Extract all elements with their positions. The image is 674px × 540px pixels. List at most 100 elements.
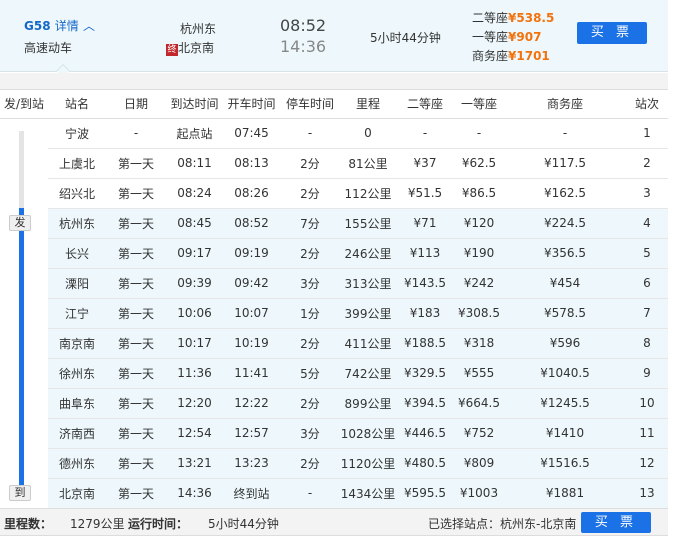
cell-first: ¥809 [454,448,504,479]
table-row[interactable]: 到 北京南 第一天 14:36 终到站 -1434公里 ¥595.5 ¥1003 ¥1881 13 [0,478,668,509]
cell-station: 北京南 [48,478,106,509]
cell-station: 溧阳 [48,268,106,299]
cell-arrive: 09:17 [166,238,223,269]
cell-distance: 81公里 [340,148,396,179]
cell-stop: 7分 [280,208,340,239]
table-row[interactable]: 济南西 第一天 12:54 12:57 3分 1028公里 ¥446.5 ¥752 ¥1410 1… [0,418,668,449]
cell-depart: 08:26 [223,178,280,209]
cell-station: 杭州东 [48,208,106,239]
cell-depart: 09:42 [223,268,280,299]
cell-distance: 399公里 [340,298,396,329]
cell-depart: 终到站 [223,478,280,509]
details-toggle[interactable]: 详情 [55,19,79,33]
cell-first: ¥86.5 [454,178,504,209]
table-row[interactable]: 曲阜东 第一天 12:20 12:22 2分 899公里 ¥394.5 ¥664.5 ¥1245… [0,388,668,419]
train-type: 高速动车 [24,41,73,55]
route-marker-cell [0,448,48,478]
cell-distance: 246公里 [340,238,396,269]
cell-first: ¥308.5 [454,298,504,329]
cell-business: - [504,118,626,149]
cell-depart: 08:13 [223,148,280,179]
footer-buy-button[interactable]: 买 票 [581,512,651,533]
depart-time: 08:52 [280,16,327,35]
cell-station: 上虞北 [48,148,106,179]
price-value: ¥907 [508,30,542,44]
column-header: 站名 [48,90,106,119]
table-row[interactable]: 上虞北 第一天 08:11 08:13 2分 81公里 ¥37 ¥62.5 ¥117.5 2 [0,148,668,179]
cell-distance: 313公里 [340,268,396,299]
route-marker-cell [0,118,48,149]
cell-date: 第一天 [106,388,166,419]
train-summary: G58 详情 ︿ 高速动车 杭州东 终北京南 08:52 14:36 5小时44… [0,0,668,72]
table-row[interactable]: 长兴 第一天 09:17 09:19 2分 246公里 ¥113 ¥190 ¥356.5 5 [0,238,668,269]
column-header: 发/到站 [0,90,48,119]
cell-arrive: 起点站 [166,118,223,149]
train-number[interactable]: G58 详情 ︿ [24,17,95,34]
cell-stop: 5分 [280,358,340,389]
route-line [19,268,24,298]
price-label: 二等座 [472,11,509,25]
cell-station: 宁波 [48,118,106,149]
cell-date: 第一天 [106,148,166,179]
cell-arrive: 09:39 [166,268,223,299]
table-row[interactable]: 徐州东 第一天 11:36 11:41 5分 742公里 ¥329.5 ¥555 ¥1040.5… [0,358,668,389]
table-row[interactable]: 德州东 第一天 13:21 13:23 2分 1120公里 ¥480.5 ¥809 ¥1516.… [0,448,668,479]
cell-business: ¥1410 [504,418,626,449]
cell-seq: 8 [626,328,668,359]
cell-seq: 7 [626,298,668,329]
route-marker-cell [0,298,48,328]
buy-ticket-button[interactable]: 买 票 [577,22,647,44]
price-business: 商务座¥1701 [472,47,550,64]
cell-business: ¥224.5 [504,208,626,239]
route-marker-cell [0,268,48,298]
table-row[interactable]: 绍兴北 第一天 08:24 08:26 2分 112公里 ¥51.5 ¥86.5 ¥162.5 3 [0,178,668,209]
cell-date: 第一天 [106,328,166,359]
cell-distance: 1028公里 [340,418,396,449]
train-number-text: G58 [24,19,51,33]
runtime-value: 5小时44分钟 [208,517,279,531]
cell-seq: 6 [626,268,668,299]
cell-seq: 3 [626,178,668,209]
depart-marker: 发 [9,215,31,231]
table-row[interactable]: 宁波 - 起点站 07:45-0- - -1 [0,118,668,149]
cell-second: ¥329.5 [396,358,454,389]
column-header: 一等座 [454,90,504,119]
cell-date: 第一天 [106,418,166,449]
cell-seq: 10 [626,388,668,419]
column-header: 停车时间 [280,90,340,119]
table-row[interactable]: 南京南 第一天 10:17 10:19 2分 411公里 ¥188.5 ¥318 ¥596 8 [0,328,668,359]
cell-arrive: 13:21 [166,448,223,479]
footer-bar: 里程数： 1279公里 运行时间： 5小时44分钟 已选择站点：杭州东-北京南 … [0,508,668,536]
end-badge-icon: 终 [166,44,178,56]
route-marker-cell [0,418,48,448]
table-row[interactable]: 发 杭州东 第一天 08:45 08:52 7分 155公里 ¥71 ¥120 ¥224.5 4 [0,208,668,239]
cell-business: ¥1881 [504,478,626,509]
to-station: 北京南 [178,41,215,55]
cell-distance: 0 [340,118,396,149]
cell-date: - [106,118,166,149]
cell-seq: 4 [626,208,668,239]
cell-second: ¥188.5 [396,328,454,359]
price-second: 二等座¥538.5 [472,9,554,26]
cell-stop: 2分 [280,328,340,359]
column-header: 里程 [340,90,396,119]
route-line [19,130,24,149]
cell-depart: 12:22 [223,388,280,419]
route-marker-cell: 到 [0,478,48,508]
distance-label: 里程数： [4,517,53,531]
cell-first: ¥664.5 [454,388,504,419]
cell-station: 南京南 [48,328,106,359]
cell-seq: 2 [626,148,668,179]
table-row[interactable]: 江宁 第一天 10:06 10:07 1分 399公里 ¥183 ¥308.5 ¥578.5 7 [0,298,668,329]
table-row[interactable]: 溧阳 第一天 09:39 09:42 3分 313公里 ¥143.5 ¥242 ¥454 6 [0,268,668,299]
cell-first: ¥555 [454,358,504,389]
cell-arrive: 10:06 [166,298,223,329]
cell-station: 济南西 [48,418,106,449]
cell-arrive: 08:45 [166,208,223,239]
cell-arrive: 12:20 [166,388,223,419]
chevron-up-icon[interactable]: ︿ [83,19,95,33]
cell-first: ¥752 [454,418,504,449]
from-station: 杭州东 [180,22,217,36]
arrive-marker: 到 [9,485,31,501]
runtime-label: 运行时间： [128,517,189,531]
